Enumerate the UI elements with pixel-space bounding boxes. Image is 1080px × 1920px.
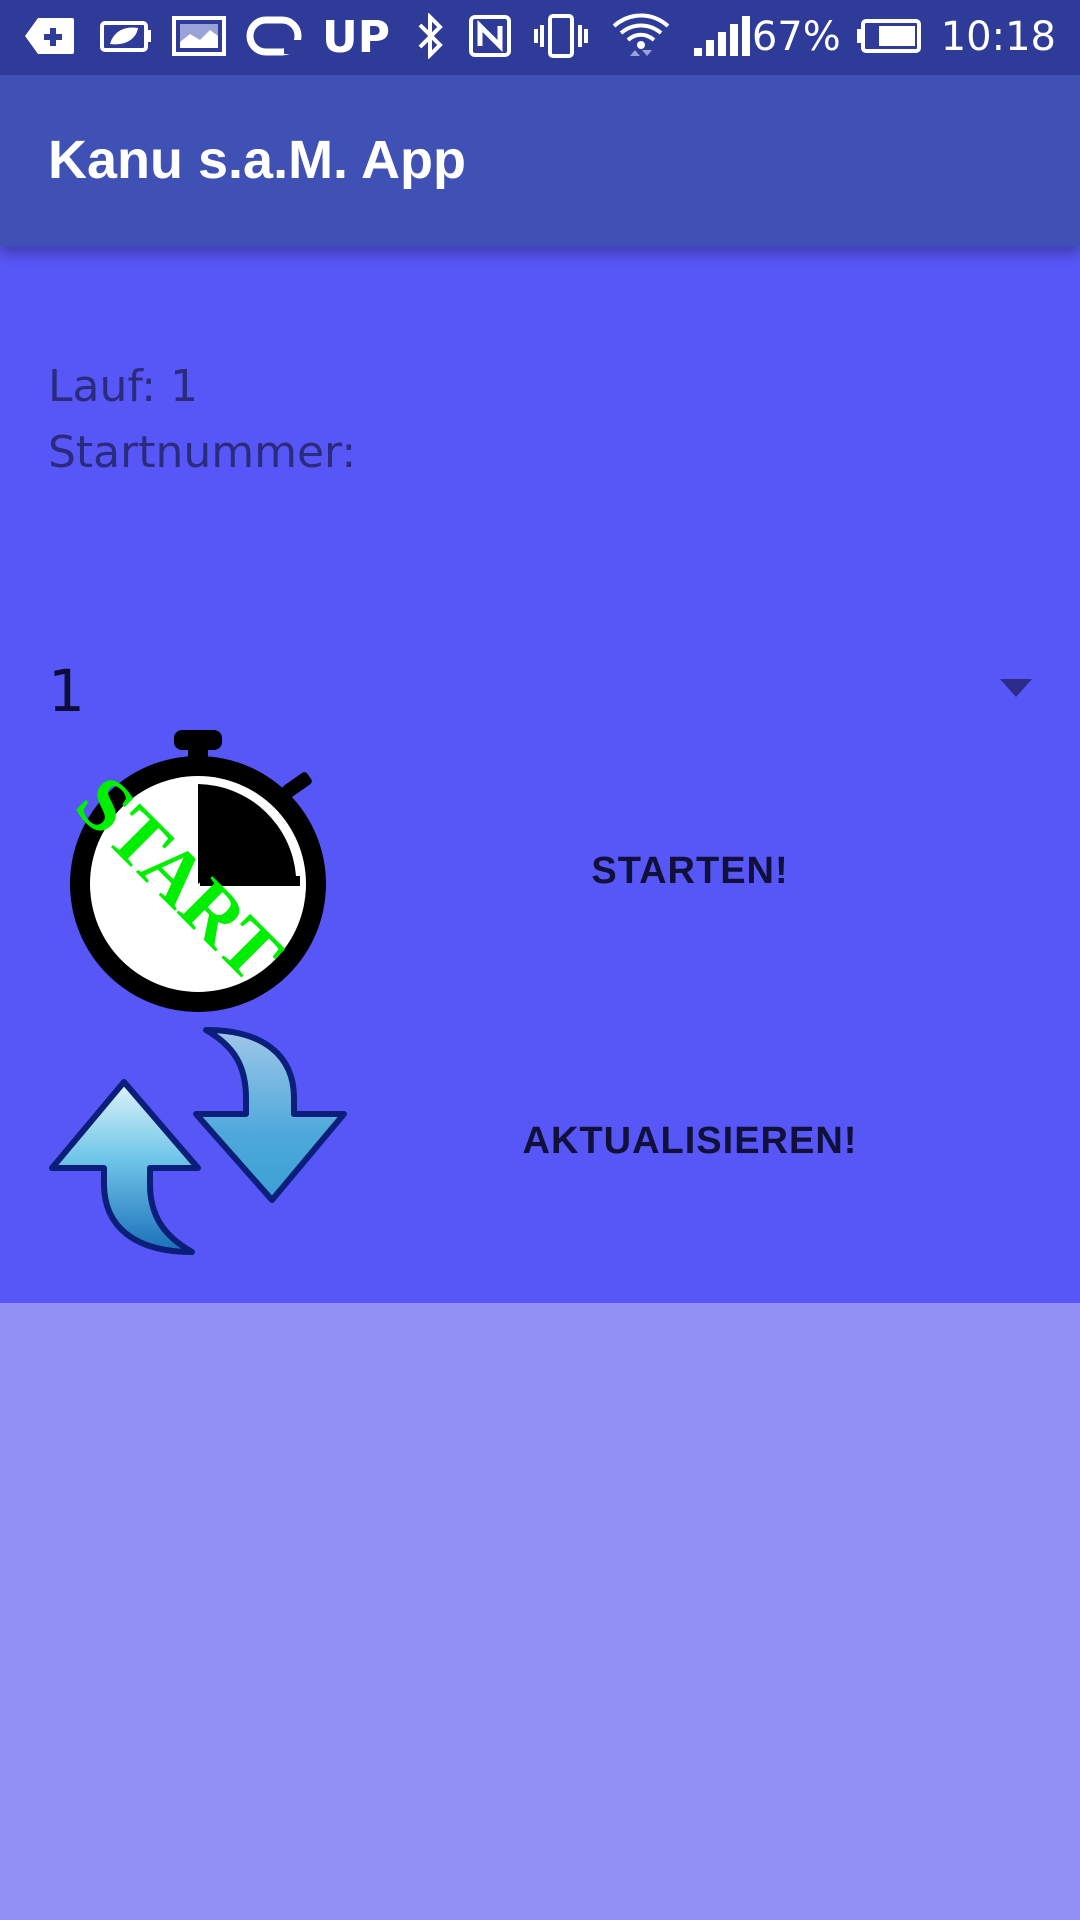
clock: 10:18 xyxy=(940,14,1056,60)
refresh-arrows-icon[interactable] xyxy=(48,1026,348,1256)
start-button[interactable]: STARTEN! xyxy=(348,841,1032,901)
vibrate-icon xyxy=(532,13,590,63)
startnummer-dropdown[interactable]: 1 xyxy=(48,646,1032,736)
app-title: Kanu s.a.M. App xyxy=(48,130,467,190)
signal-icon xyxy=(692,14,750,62)
wifi-icon xyxy=(610,10,672,66)
lauf-label: Lauf: 1 xyxy=(48,361,199,412)
refresh-row: AKTUALISIEREN! xyxy=(48,1026,1032,1296)
battery-icon xyxy=(855,18,921,58)
add-notification-icon xyxy=(24,16,76,60)
status-bar-right: 67% 10:18 xyxy=(752,0,1056,75)
sync-icon xyxy=(246,16,302,60)
battery-saver-icon xyxy=(96,16,152,60)
run-info: Lauf: 1 Startnummer: xyxy=(48,354,356,486)
battery-percent: 67% xyxy=(751,14,841,60)
empty-area xyxy=(0,1303,1080,1920)
status-bar: UP 67% 10:18 xyxy=(0,0,1080,75)
start-row: START STARTEN! xyxy=(48,726,1032,1026)
startnummer-label: Startnummer: xyxy=(48,427,357,478)
refresh-button[interactable]: AKTUALISIEREN! xyxy=(348,1111,1032,1171)
bluetooth-icon xyxy=(414,11,448,63)
app-toolbar: Kanu s.a.M. App xyxy=(0,75,1080,246)
up-label: UP xyxy=(322,12,390,63)
status-bar-left: UP xyxy=(24,0,770,75)
nfc-icon xyxy=(468,14,512,62)
dropdown-arrow-icon xyxy=(1000,679,1032,697)
stopwatch-start-icon[interactable]: START xyxy=(48,726,348,1026)
dropdown-selected-value: 1 xyxy=(48,657,85,725)
main-content: Lauf: 1 Startnummer: 1 START STARTEN! AK… xyxy=(0,246,1080,1303)
image-icon xyxy=(172,15,226,60)
